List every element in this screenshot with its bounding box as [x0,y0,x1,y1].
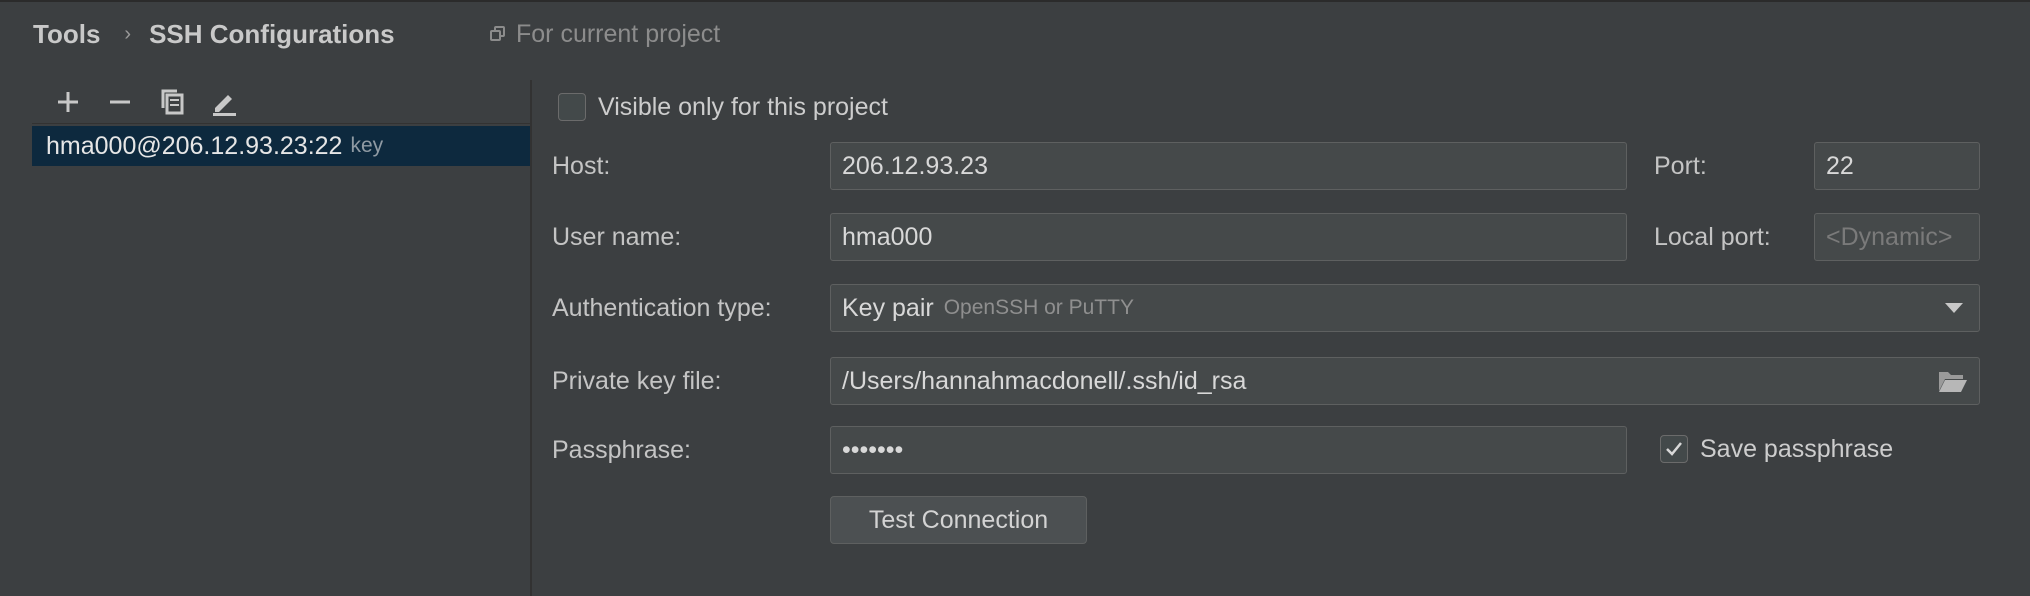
local-port-label: Local port: [1654,222,1771,251]
list-item[interactable]: hma000@206.12.93.23:22 key [32,126,530,166]
port-field[interactable]: 22 [1814,142,1980,190]
config-toolbar [32,80,530,124]
user-name-field[interactable]: hma000 [830,213,1627,261]
private-key-value: /Users/hannahmacdonell/.ssh/id_rsa [842,366,1247,395]
config-list: hma000@206.12.93.23:22 key [32,126,530,166]
port-label: Port: [1654,151,1707,180]
breadcrumb-current: SSH Configurations [149,18,395,49]
user-name-label: User name: [552,222,682,251]
auth-type-value: Key pair [842,293,934,322]
edit-button[interactable] [198,82,250,122]
edit-icon [213,94,236,116]
auth-type-hint: OpenSSH or PuTTY [943,296,1134,319]
host-label: Host: [552,151,611,180]
scope-label: For current project [516,19,721,48]
remove-button[interactable] [94,82,146,122]
ssh-configurations-page: Tools › SSH Configurations For current p… [0,0,2030,596]
breadcrumb-tools[interactable]: Tools [33,19,100,50]
minus-icon [110,100,130,103]
scope-indicator: For current project [490,18,720,50]
copy-icon [161,89,184,114]
test-connection-button[interactable]: Test Connection [830,496,1087,544]
passphrase-label: Passphrase: [552,435,691,464]
config-title: hma000@206.12.93.23:22 [46,131,343,160]
save-passphrase-checkbox[interactable] [1660,435,1688,463]
add-button[interactable] [42,82,94,122]
private-key-label: Private key file: [552,366,722,395]
plus-icon [58,91,78,112]
folder-icon[interactable] [1938,369,1968,393]
auth-type-select[interactable]: Key pair OpenSSH or PuTTY [830,284,1980,332]
host-field[interactable]: 206.12.93.23 [830,142,1627,190]
breadcrumb: Tools › SSH Configurations [33,16,395,52]
copy-button[interactable] [146,82,198,122]
copy-scope-icon [490,26,506,42]
panel-divider[interactable] [530,80,532,596]
config-list-panel: hma000@206.12.93.23:22 key [32,80,530,166]
passphrase-field[interactable]: ••••••• [830,426,1627,474]
local-port-field[interactable]: <Dynamic> [1814,213,1980,261]
auth-type-label: Authentication type: [552,293,772,322]
visible-only-label[interactable]: Visible only for this project [598,89,888,125]
config-auth-hint: key [350,134,384,157]
visible-only-checkbox[interactable] [558,93,586,121]
save-passphrase-label[interactable]: Save passphrase [1700,431,1893,467]
private-key-field[interactable]: /Users/hannahmacdonell/.ssh/id_rsa [830,357,1980,405]
breadcrumb-separator: › [124,22,132,45]
checkmark-icon [1666,442,1682,456]
chevron-down-icon [1945,303,1963,313]
